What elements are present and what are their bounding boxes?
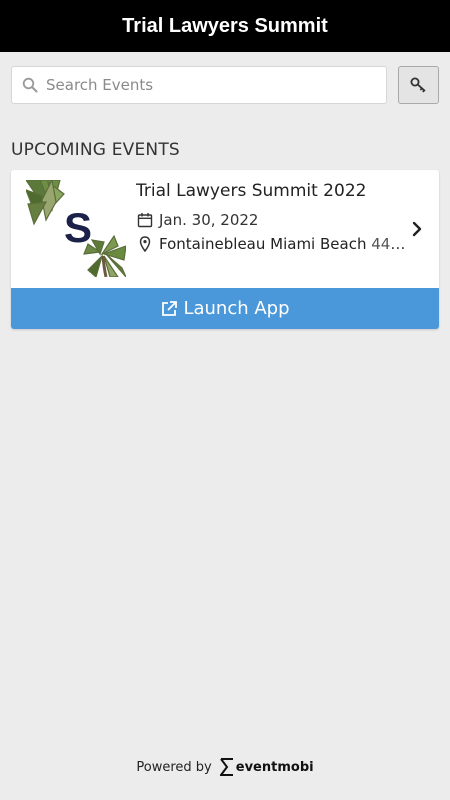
powered-by-label: Powered by	[136, 759, 212, 775]
event-date: Jan. 30, 2022	[159, 211, 259, 229]
thumb-letter: S	[64, 204, 92, 251]
event-location-row: Fontainebleau Miami Beach 444...	[136, 235, 406, 253]
event-info: Trial Lawyers Summit 2022 Jan. 30, 2022 …	[136, 180, 406, 253]
calendar-icon	[136, 211, 154, 229]
chevron-right-icon[interactable]	[411, 220, 423, 238]
search-icon	[22, 77, 38, 93]
search-input[interactable]	[46, 76, 346, 94]
section-heading: UPCOMING EVENTS	[11, 140, 180, 160]
eventmobi-logo-icon[interactable]	[219, 758, 234, 776]
event-card[interactable]: S Trial Lawyers Summit 2022 Jan. 30, 202…	[11, 170, 439, 329]
app-title: Trial Lawyers Summit	[122, 14, 328, 37]
external-link-icon	[160, 300, 178, 318]
eventmobi-brand[interactable]: eventmobi	[236, 760, 314, 775]
event-title: Trial Lawyers Summit 2022	[136, 181, 367, 201]
event-thumbnail[interactable]: S	[26, 180, 126, 277]
event-location: Fontainebleau Miami Beach 444...	[159, 235, 406, 253]
launch-app-button[interactable]: Launch App	[11, 288, 439, 329]
event-date-row: Jan. 30, 2022	[136, 211, 406, 229]
footer: Powered by eventmobi	[0, 756, 450, 778]
launch-app-label: Launch App	[183, 298, 290, 319]
search-bar[interactable]	[11, 66, 387, 104]
access-key-button[interactable]	[398, 66, 439, 104]
key-icon	[409, 75, 429, 95]
location-pin-icon	[136, 235, 154, 253]
app-header: Trial Lawyers Summit	[0, 0, 450, 52]
